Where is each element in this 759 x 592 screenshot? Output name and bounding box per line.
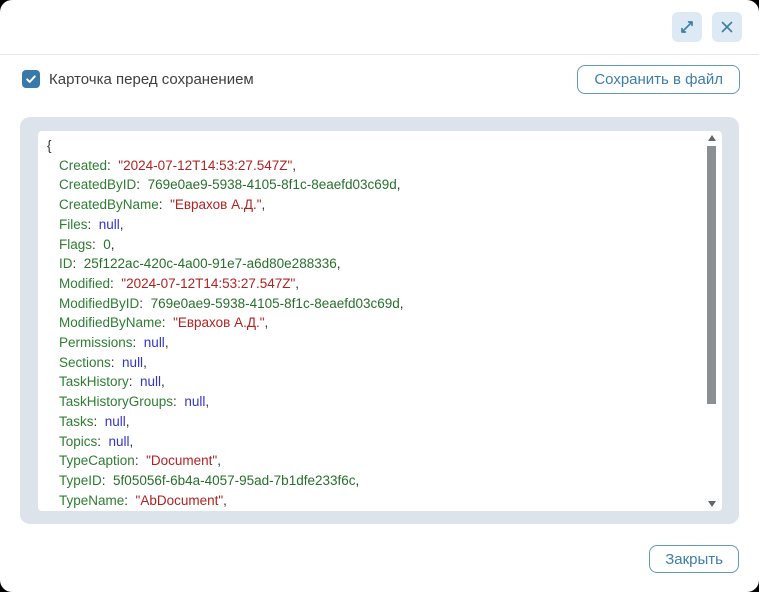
json-line: Topics: null, xyxy=(47,432,696,452)
json-line: ModifiedByID: 769e0ae9-5938-4105-8f1c-8e… xyxy=(47,294,696,314)
json-line: Modified: "2024-07-12T14:53:27.547Z", xyxy=(47,274,696,294)
json-line: TypeCaption: "Document", xyxy=(47,451,696,471)
expand-button[interactable] xyxy=(672,12,702,42)
json-line: TaskHistory: null, xyxy=(47,372,696,392)
json-line: Created: "2024-07-12T14:53:27.547Z", xyxy=(47,156,696,176)
dialog-header xyxy=(0,0,759,55)
scroll-up-arrow-icon[interactable] xyxy=(708,135,716,141)
page-background: { "colors": { "accent": "#3d7ea9", "acce… xyxy=(0,0,759,592)
json-line: ModifiedByName: "Еврахов А.Д.", xyxy=(47,313,696,333)
expand-icon xyxy=(679,19,695,35)
card-before-save-checkbox[interactable]: Карточка перед сохранением xyxy=(22,70,254,88)
checkbox-box[interactable] xyxy=(22,70,40,88)
json-content: {Created: "2024-07-12T14:53:27.547Z",Cre… xyxy=(38,131,722,510)
json-line: TaskHistoryGroups: null, xyxy=(47,392,696,412)
json-line: Permissions: null, xyxy=(47,333,696,353)
json-line: Files: null, xyxy=(47,215,696,235)
close-dialog-button[interactable]: Закрыть xyxy=(649,545,739,573)
json-line: CreatedByName: "Еврахов А.Д.", xyxy=(47,195,696,215)
json-line: TypeID: 5f05056f-6b4a-4057-95ad-7b1dfe23… xyxy=(47,471,696,491)
vertical-scrollbar[interactable] xyxy=(706,133,718,509)
checkbox-label: Карточка перед сохранением xyxy=(49,71,254,88)
json-line: Flags: 0, xyxy=(47,235,696,255)
json-line: CreatedByID: 769e0ae9-5938-4105-8f1c-8ea… xyxy=(47,175,696,195)
json-panel: {Created: "2024-07-12T14:53:27.547Z",Cre… xyxy=(20,117,739,524)
json-line: TypeName: "AbDocument", xyxy=(47,491,696,511)
dialog-window: Карточка перед сохранением Сохранить в ф… xyxy=(0,0,759,592)
json-line: Sections: null, xyxy=(47,353,696,373)
json-line: Tasks: null, xyxy=(47,412,696,432)
json-line: ID: 25f122ac-420c-4a00-91e7-a6d80e288336… xyxy=(47,254,696,274)
scroll-down-arrow-icon[interactable] xyxy=(708,501,716,507)
checkmark-icon xyxy=(25,73,37,85)
json-line: { xyxy=(47,136,696,156)
toolbar-row: Карточка перед сохранением Сохранить в ф… xyxy=(0,64,759,94)
scrollbar-thumb[interactable] xyxy=(707,146,716,404)
close-icon xyxy=(720,20,734,34)
save-to-file-button[interactable]: Сохранить в файл xyxy=(577,65,740,94)
json-viewer: {Created: "2024-07-12T14:53:27.547Z",Cre… xyxy=(38,131,722,511)
dialog-footer: Закрыть xyxy=(0,545,759,573)
close-button[interactable] xyxy=(712,12,742,42)
